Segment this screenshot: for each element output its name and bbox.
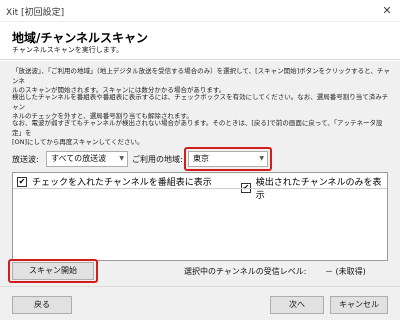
instruction-paragraph-1: 「放送波」、「ご利用の地域」（地上デジタル放送を受信する場合のみ）を選択して、[… [12, 67, 390, 96]
close-icon[interactable]: ✕ [378, 2, 396, 20]
region-select-value: 東京 [193, 154, 209, 163]
wizard-header: 地域/チャンネルスキャン チャンネルスキャンを実行します。 [0, 22, 400, 60]
start-scan-button[interactable]: スキャン開始 [12, 262, 94, 280]
broadcast-label: 放送波: [12, 155, 39, 164]
chevron-down-icon: ▼ [119, 155, 124, 162]
list-header-divider [13, 188, 387, 189]
window-titlebar: Xit [初回設定] ✕ [0, 0, 400, 22]
next-button[interactable]: 次へ [270, 296, 324, 314]
channel-list[interactable]: ✔ チェックを入れたチャンネルを番組表に表示 ✔ 検出されたチャンネルのみを表示 [12, 172, 388, 261]
instruction-line: なお、電波が弱すぎてもチャンネルが検出されない場合があります。そのときは、[戻る… [12, 119, 383, 137]
back-button[interactable]: 戻る [12, 296, 72, 314]
page-subtitle: チャンネルスキャンを実行します。 [12, 46, 124, 54]
instruction-line: 「放送波」、「ご利用の地域」（地上デジタル放送を受信する場合のみ）を選択して、[… [12, 67, 390, 85]
wizard-body: 「放送波」、「ご利用の地域」（地上デジタル放送を受信する場合のみ）を選択して、[… [0, 61, 400, 286]
wizard-footer: 戻る 次へ キャンセル [0, 286, 400, 320]
show-in-guide-checkbox[interactable]: ✔ [17, 176, 27, 187]
instruction-paragraph-2: 検出したチャンネルを番組表や番組表に表示するには、チェックボックスを有効にしてく… [12, 93, 390, 122]
instruction-line: 検出したチャンネルを番組表や番組表に表示するには、チェックボックスを有効にしてく… [12, 93, 389, 111]
show-in-guide-label: チェックを入れたチャンネルを番組表に表示 [32, 178, 212, 188]
chevron-down-icon: ▼ [259, 155, 264, 162]
signal-level-value: － (未取得) [325, 267, 366, 276]
broadcast-select-value: すべての放送波 [51, 154, 107, 163]
region-select[interactable]: 東京 ▼ [188, 151, 268, 167]
region-label: ご利用の地域: [132, 155, 183, 164]
window-title: Xit [初回設定] [6, 8, 65, 18]
instruction-paragraph-3: なお、電波が弱すぎてもチャンネルが検出されない場合があります。そのときは、[戻る… [12, 119, 390, 148]
page-title: 地域/チャンネルスキャン [12, 31, 149, 45]
cancel-button[interactable]: キャンセル [330, 296, 388, 314]
signal-level-label: 選択中のチャンネルの受信レベル: [184, 267, 307, 276]
show-in-guide-checkbox-row[interactable]: ✔ チェックを入れたチャンネルを番組表に表示 [17, 175, 212, 188]
broadcast-select[interactable]: すべての放送波 ▼ [46, 151, 128, 167]
